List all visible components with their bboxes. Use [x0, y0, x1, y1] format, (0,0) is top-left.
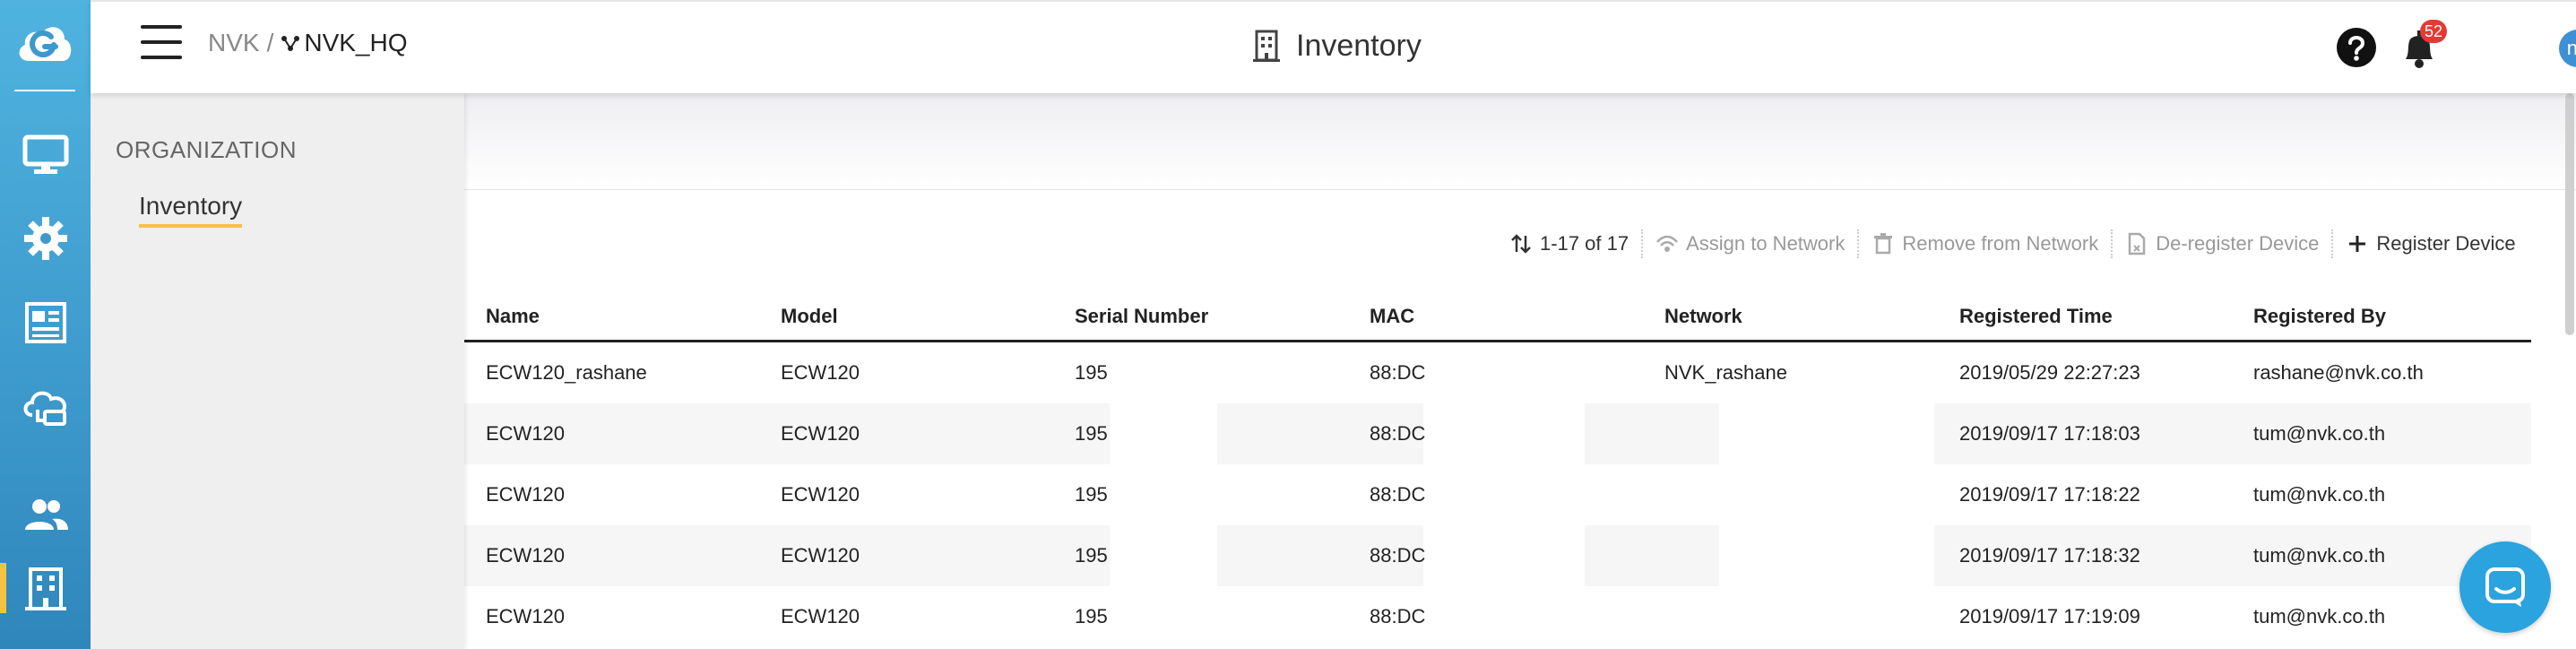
cell-name: ECW120 [486, 422, 566, 445]
slide-out-menu: ORGANIZATION Inventory [91, 93, 464, 649]
scrollbar[interactable] [2565, 93, 2574, 335]
breadcrumb-network-label: NVK_HQ [304, 29, 408, 56]
cell-serial: 195 [1075, 605, 1108, 627]
table-row[interactable]: ECW120 ECW120 195 88:DC 2019/09/17 17:19… [464, 586, 2531, 647]
deregister-label: De-register Device [2156, 232, 2320, 255]
page-title-text: Inventory [1296, 29, 1422, 63]
page-title: Inventory [1251, 29, 1422, 64]
table-row[interactable]: ECW120_rashane ECW120 195 88:DC NVK_rash… [464, 342, 2531, 403]
breadcrumb-org[interactable]: NVK [208, 29, 260, 57]
plus-icon [2349, 236, 2366, 252]
redaction-mask [1423, 525, 1585, 586]
sort-icon [1511, 234, 1531, 254]
table-row[interactable]: ECW120 ECW120 195 88:DC 2019/09/17 17:18… [464, 403, 2531, 464]
cell-name: ECW120 [486, 544, 566, 567]
column-header-network[interactable]: Network [1664, 298, 1742, 340]
report-icon[interactable] [0, 287, 91, 359]
inventory-toolbar: 1-17 of 17 Assign to Network Remove from… [1497, 228, 2528, 260]
gear-icon[interactable] [0, 203, 91, 274]
users-icon[interactable] [0, 479, 91, 550]
chat-icon [2485, 567, 2525, 607]
cell-mac: 88:DC [1370, 361, 1426, 384]
inventory-table: Name Model Serial Number MAC Network Reg… [464, 298, 2531, 647]
remove-from-network-button[interactable]: Remove from Network [1859, 228, 2111, 260]
cell-name: ECW120_rashane [486, 361, 647, 384]
building-icon[interactable] [0, 554, 91, 626]
redaction-mask [1423, 403, 1585, 464]
sort-range[interactable]: 1-17 of 17 [1497, 228, 1641, 260]
building-icon [1253, 30, 1280, 62]
cell-registered-time: 2019/09/17 17:18:32 [1959, 544, 2140, 567]
cell-mac: 88:DC [1370, 544, 1426, 567]
wifi-icon [1656, 235, 1679, 252]
rail-divider [14, 90, 75, 91]
cell-registered-time: 2019/05/29 22:27:23 [1959, 361, 2140, 384]
cell-registered-time: 2019/09/17 17:18:22 [1959, 483, 2140, 506]
column-header-name[interactable]: Name [486, 298, 540, 340]
cell-model: ECW120 [781, 605, 860, 627]
cloud-sync-icon[interactable] [0, 371, 91, 443]
cell-serial: 195 [1075, 544, 1108, 567]
cell-model: ECW120 [781, 422, 860, 445]
notification-badge: 52 [2420, 20, 2448, 43]
column-header-registered-by[interactable]: Registered By [2253, 298, 2386, 340]
redaction-mask [1110, 403, 1217, 464]
logo-icon[interactable] [13, 13, 77, 77]
cell-name: ECW120 [486, 605, 566, 627]
breadcrumb: NVK / NVK_HQ [208, 29, 408, 57]
cell-model: ECW120 [781, 483, 860, 506]
cell-serial: 195 [1075, 422, 1108, 445]
table-header: Name Model Serial Number MAC Network Reg… [464, 298, 2531, 342]
menu-item-inventory[interactable]: Inventory [139, 192, 243, 228]
register-label: Register Device [2376, 232, 2516, 255]
menu-section-title: ORGANIZATION [116, 136, 297, 163]
deregister-device-button[interactable]: De-register Device [2113, 228, 2331, 260]
range-label: 1-17 of 17 [1540, 232, 1629, 255]
chat-bubble-button[interactable] [2459, 541, 2551, 633]
rail-active-indicator [0, 563, 6, 613]
cell-registered-by: tum@nvk.co.th [2253, 483, 2386, 506]
cell-serial: 195 [1075, 483, 1108, 506]
cell-registered-by: tum@nvk.co.th [2253, 422, 2386, 445]
cell-mac: 88:DC [1370, 483, 1426, 506]
cell-registered-by: tum@nvk.co.th [2253, 605, 2386, 627]
redaction-mask [1110, 525, 1217, 586]
top-header: NVK / NVK_HQ Inventory 52 nu [91, 0, 2576, 93]
column-header-serial[interactable]: Serial Number [1075, 298, 1208, 340]
monitor-icon[interactable] [0, 118, 91, 190]
redaction-mask [1719, 403, 1934, 464]
cell-registered-by: tum@nvk.co.th [2253, 544, 2386, 567]
column-header-mac[interactable]: MAC [1370, 298, 1414, 340]
column-header-model[interactable]: Model [781, 298, 838, 340]
cell-registered-time: 2019/09/17 17:19:09 [1959, 605, 2140, 627]
hamburger-menu-icon[interactable] [141, 25, 182, 63]
cell-name: ECW120 [486, 483, 566, 506]
left-rail [0, 0, 91, 649]
assign-label: Assign to Network [1686, 232, 1846, 255]
document-remove-icon [2128, 232, 2146, 255]
help-icon[interactable] [2336, 27, 2377, 68]
avatar[interactable]: nu [2559, 30, 2576, 67]
register-device-button[interactable]: Register Device [2333, 228, 2528, 260]
cell-serial: 195 [1075, 361, 1108, 384]
cell-mac: 88:DC [1370, 605, 1426, 627]
cell-registered-by: rashane@nvk.co.th [2253, 361, 2424, 384]
assign-to-network-button[interactable]: Assign to Network [1643, 228, 1857, 260]
remove-label: Remove from Network [1902, 232, 2099, 255]
cell-model: ECW120 [781, 361, 860, 384]
network-icon [281, 36, 300, 51]
column-header-registered-time[interactable]: Registered Time [1959, 298, 2113, 340]
table-row[interactable]: ECW120 ECW120 195 88:DC 2019/09/17 17:18… [464, 464, 2531, 525]
breadcrumb-network[interactable]: NVK_HQ [281, 29, 408, 57]
cell-mac: 88:DC [1370, 422, 1426, 445]
cell-registered-time: 2019/09/17 17:18:03 [1959, 422, 2140, 445]
table-row[interactable]: ECW120 ECW120 195 88:DC 2019/09/17 17:18… [464, 525, 2531, 586]
cell-network: NVK_rashane [1664, 361, 1787, 384]
trash-icon [1874, 233, 1893, 255]
cell-model: ECW120 [781, 544, 860, 567]
breadcrumb-separator: / [266, 29, 274, 56]
redaction-mask [1719, 525, 1934, 586]
